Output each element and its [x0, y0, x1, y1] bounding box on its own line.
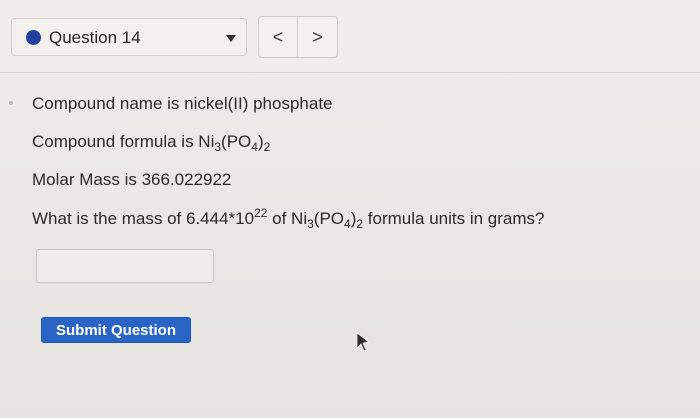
mouse-pointer-icon: [356, 332, 370, 352]
screen: Question 14 < > Compound name is nickel(…: [0, 0, 700, 418]
submit-question-button[interactable]: Submit Question: [41, 317, 191, 343]
previous-question-button[interactable]: <: [259, 17, 298, 57]
status-dot-icon: [26, 30, 41, 45]
question-select[interactable]: Question 14: [11, 18, 247, 56]
question-nav-buttons: < >: [258, 16, 338, 58]
bullet-marker: [9, 101, 13, 105]
triangle-down-icon[interactable]: [226, 35, 236, 42]
compound-formula-text: Compound formula is Ni3(PO4)2: [32, 132, 271, 154]
question-nav-bar: Question 14 < >: [0, 0, 700, 73]
next-question-button[interactable]: >: [298, 17, 337, 57]
compound-name-text: Compound name is nickel(II) phosphate: [32, 94, 333, 113]
molar-mass-text: Molar Mass is 366.022922: [32, 170, 232, 189]
question-label: Question 14: [49, 28, 141, 47]
answer-input[interactable]: [36, 249, 214, 283]
question-prompt-text: What is the mass of 6.444*1022 of Ni3(PO…: [32, 206, 545, 231]
